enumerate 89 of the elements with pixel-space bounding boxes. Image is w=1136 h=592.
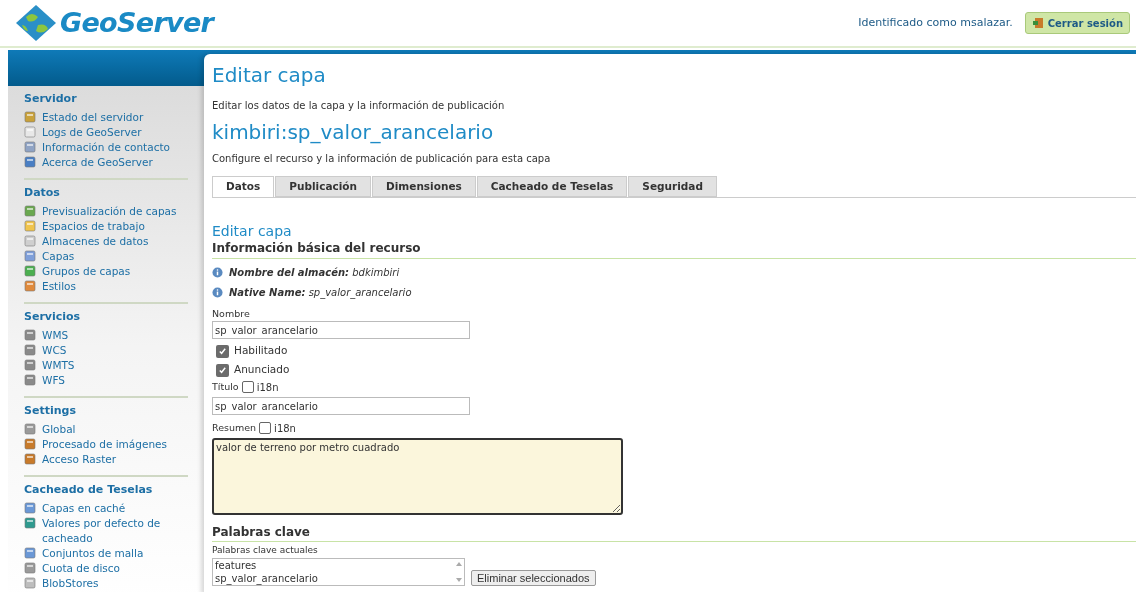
sidebar-link[interactable]: WMTS (42, 358, 75, 373)
field-label: Nombre (212, 307, 251, 321)
menu-item-icon (24, 502, 36, 514)
sidebar-link[interactable]: Acceso Raster (42, 452, 117, 467)
checkbox[interactable] (259, 422, 272, 435)
checkbox[interactable] (241, 381, 254, 394)
menu-item-icon (24, 517, 36, 529)
menu-item-icon (24, 126, 36, 138)
section-title: Servidor (24, 92, 78, 106)
menu-item-icon (24, 329, 36, 341)
sidebar-link[interactable]: Información de contacto (42, 140, 170, 155)
page-description: Configure el recurso y la información de publicación para esta capa (212, 152, 552, 166)
abstract-field[interactable]: valor de terreno por metro cuadrado (212, 438, 623, 516)
section-title: Settings (24, 404, 77, 418)
sidebar-link[interactable]: Acerca de GeoServer (42, 155, 153, 170)
tab[interactable]: Seguridad (628, 176, 717, 197)
sidebar-link[interactable]: Grupos de capas (42, 264, 131, 279)
checkbox-label: Habilitado (234, 343, 288, 359)
menu-item-icon (24, 280, 36, 292)
checkbox-label: i18n (256, 380, 279, 395)
menu-item-icon (24, 220, 36, 232)
info-icon (212, 286, 223, 298)
sidebar-link[interactable]: Procesado de imágenes (42, 437, 167, 452)
info-text: Native Name: sp_valor_arancelario (229, 285, 412, 300)
keyword-item[interactable]: sp_valor_arancelario (215, 571, 454, 585)
menu-item-icon (24, 562, 36, 574)
page-subtitle: Editar los datos de la capa y la información de publicación (212, 99, 506, 113)
sidebar-link[interactable]: WCS (42, 343, 67, 358)
sidebar-link[interactable]: BlobStores (42, 576, 99, 591)
section-title: Datos (24, 186, 61, 200)
menu-item-icon (24, 156, 36, 168)
section-heading: Información básica del recurso (212, 240, 1136, 259)
sidebar-link[interactable]: Capas (42, 249, 75, 264)
page-title: Editar capa (212, 62, 327, 88)
logout-button[interactable]: Cerrar sesión (1024, 12, 1130, 34)
section-title: Cacheado de Teselas (24, 483, 154, 497)
menu-item-icon (24, 141, 36, 153)
keyword-item[interactable]: features (215, 558, 454, 572)
menu-item-icon (24, 577, 36, 589)
sidebar-link[interactable]: Cuota de disco (42, 561, 120, 576)
globe-logo-icon (14, 3, 58, 43)
sidebar-link[interactable]: Almacenes de datos (42, 234, 149, 249)
menu-item-icon (24, 205, 36, 217)
checkbox[interactable] (216, 344, 229, 358)
checkbox-label: Anunciado (234, 362, 290, 378)
section-title: Servicios (24, 310, 82, 324)
sidebar-link[interactable]: Espacios de trabajo (42, 219, 145, 234)
tab[interactable]: Datos (212, 176, 275, 197)
name-field[interactable]: sp_valor_arancelario (212, 321, 470, 340)
sidebar-link[interactable]: WFS (42, 373, 65, 388)
menu-item-icon (24, 359, 36, 371)
field-label: Resumen (212, 421, 257, 436)
form-heading: Editar capa (212, 223, 293, 240)
info-icon (212, 266, 223, 278)
menu-item-icon (24, 547, 36, 559)
sidebar-link[interactable]: Conjuntos de malla (42, 546, 144, 561)
remove-button[interactable]: Eliminar seleccionados (471, 569, 596, 586)
sidebar-link[interactable]: Estado del servidor (42, 110, 144, 125)
menu-item-icon (24, 453, 36, 465)
menu-item-icon (24, 250, 36, 262)
menu-item-icon (24, 235, 36, 247)
layer-title: kimbiri:sp_valor_arancelario (212, 119, 495, 145)
menu-item-icon (24, 423, 36, 435)
door-icon (1031, 17, 1044, 29)
field-label: Título (212, 380, 239, 395)
checkbox[interactable] (216, 363, 229, 377)
section-heading: Palabras clave (212, 524, 1136, 543)
checkbox-label: i18n (274, 421, 296, 436)
sidebar-link[interactable]: Valores por defecto de cacheado (42, 516, 188, 546)
title-field[interactable]: sp_valor_arancelario (212, 397, 470, 416)
sidebar-link[interactable]: Global (42, 422, 76, 437)
tab[interactable]: Publicación (275, 176, 371, 197)
keywords-list[interactable]: features sp_valor_arancelario (212, 557, 465, 586)
sidebar-link[interactable]: Logs de GeoServer (42, 125, 142, 140)
tab[interactable]: Cacheado de Teselas (476, 176, 628, 197)
logo-text: GeoServer (60, 5, 214, 40)
menu-item-icon (24, 374, 36, 386)
sidebar-link[interactable]: Previsualización de capas (42, 204, 177, 219)
field-label: Palabras clave actuales (212, 544, 319, 558)
sidebar-link[interactable]: Estilos (42, 279, 76, 294)
user-text: Identificado como msalazar. (858, 14, 1013, 31)
menu-item-icon (24, 344, 36, 356)
sidebar-link[interactable]: WMS (42, 328, 69, 343)
menu-item-icon (24, 438, 36, 450)
menu-item-icon (24, 111, 36, 123)
tab[interactable]: Dimensiones (372, 176, 476, 197)
info-text: Nombre del almacén: bdkimbiri (229, 265, 400, 280)
sidebar-link[interactable]: Capas en caché (42, 501, 126, 516)
menu-item-icon (24, 265, 36, 277)
